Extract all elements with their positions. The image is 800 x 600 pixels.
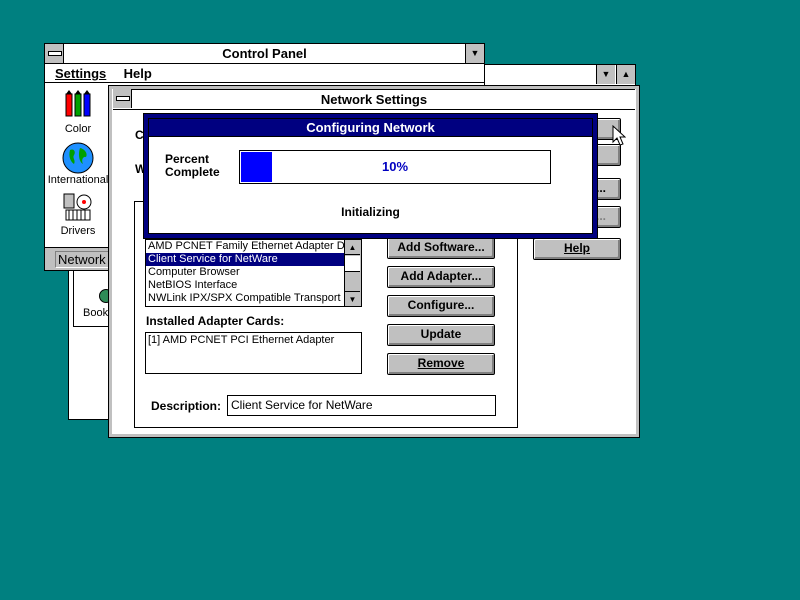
scroll-up-arrow-icon[interactable]: ▲	[345, 240, 360, 255]
control-panel-minimize-button[interactable]: ▼	[465, 44, 484, 63]
add-adapter-button[interactable]: Add Adapter...	[387, 266, 495, 288]
network-component-item[interactable]: NetBIOS Interface	[146, 279, 345, 292]
network-settings-title: Network Settings	[320, 92, 428, 107]
progress-bar: 10%	[239, 150, 551, 184]
configuring-network-inner: Configuring Network Percent Complete 10%…	[148, 118, 593, 234]
drivers-icon[interactable]	[62, 192, 94, 222]
network-components-list[interactable]: AMD PCNET Family Ethernet Adapter Dri Cli…	[145, 239, 362, 307]
network-component-item[interactable]: AMD PCNET Family Ethernet Adapter Dri	[146, 240, 345, 253]
progress-status-text: Initializing	[341, 205, 400, 219]
configure-button-label: Configure...	[407, 298, 475, 312]
installed-adapters-label: Installed Adapter Cards:	[146, 314, 285, 328]
remove-button-label: Remove	[417, 356, 465, 370]
description-value: Client Service for NetWare	[231, 398, 373, 412]
international-icon-label: International	[47, 174, 109, 186]
back-window-maximize-button[interactable]: ▲	[616, 65, 635, 84]
control-panel-titlebar[interactable]: Control Panel	[45, 44, 484, 64]
network-settings-titlebar[interactable]: Network Settings	[113, 89, 635, 110]
add-adapter-button-label: Add Adapter...	[400, 269, 482, 283]
components-scrollbar[interactable]: ▲ ▼	[344, 240, 361, 306]
remove-button[interactable]: Remove	[387, 353, 495, 375]
network-settings-system-menu-icon[interactable]	[113, 89, 132, 108]
drivers-icon-label: Drivers	[60, 225, 96, 237]
description-label: Description:	[151, 399, 222, 413]
network-components-items: AMD PCNET Family Ethernet Adapter Dri Cli…	[146, 240, 345, 305]
update-button[interactable]: Update	[387, 324, 495, 346]
menu-settings[interactable]: Settings	[55, 66, 106, 81]
percent-label-line2: Complete	[165, 165, 220, 179]
scroll-thumb[interactable]	[345, 256, 360, 272]
globe-icon[interactable]	[62, 142, 94, 174]
book-icon-label: Book	[83, 307, 109, 319]
configuring-network-titlebar[interactable]: Configuring Network	[149, 119, 592, 137]
configuring-network-dialog: Configuring Network Percent Complete 10%…	[143, 113, 598, 239]
scroll-down-arrow-icon[interactable]: ▼	[345, 291, 360, 306]
add-software-button-label: Add Software...	[397, 240, 485, 254]
network-component-item[interactable]: NWLink IPX/SPX Compatible Transport	[146, 292, 345, 305]
status-field: Network	[55, 251, 111, 268]
percent-complete-label: Percent Complete	[165, 153, 220, 179]
control-panel-system-menu-icon[interactable]	[45, 44, 64, 63]
back-window-minimize-button[interactable]: ▼	[596, 65, 615, 84]
color-icon-label: Color	[64, 123, 92, 135]
status-text: Network	[58, 252, 106, 267]
help-button[interactable]: Help	[533, 238, 621, 260]
installed-adapter-item[interactable]: [1] AMD PCNET PCI Ethernet Adapter	[146, 333, 361, 347]
configuring-network-title: Configuring Network	[306, 120, 435, 135]
network-component-item[interactable]: Computer Browser	[146, 266, 345, 279]
installed-adapters-list[interactable]: [1] AMD PCNET PCI Ethernet Adapter	[145, 332, 362, 374]
update-button-label: Update	[420, 327, 462, 341]
help-button-label: Help	[563, 241, 590, 255]
progress-percent-text: 10%	[381, 159, 409, 174]
mouse-cursor-icon	[612, 124, 627, 147]
network-component-item[interactable]: Client Service for NetWare	[146, 253, 345, 266]
configure-button[interactable]: Configure...	[387, 295, 495, 317]
menu-help[interactable]: Help	[124, 66, 152, 81]
control-panel-menubar: Settings Help	[45, 64, 484, 83]
add-software-button[interactable]: Add Software...	[387, 237, 495, 259]
control-panel-title: Control Panel	[222, 46, 307, 61]
description-field: Client Service for NetWare	[227, 395, 496, 416]
color-pencils-icon[interactable]	[65, 90, 91, 120]
